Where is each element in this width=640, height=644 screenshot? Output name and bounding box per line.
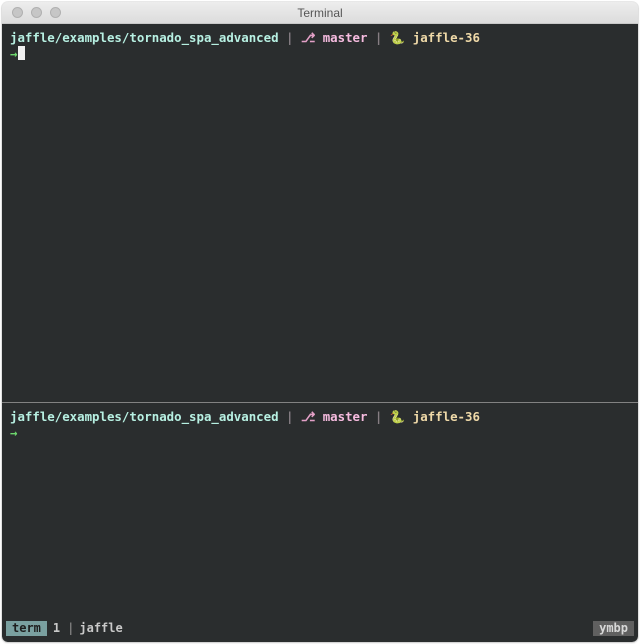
window-titlebar[interactable]: Terminal [2,2,638,24]
conda-env: jaffle-36 [413,30,480,45]
git-branch: master [323,30,368,45]
tmux-pane-bottom[interactable]: jaffle/examples/tornado_spa_advanced | ⎇… [2,403,638,642]
status-tab-label[interactable]: term [6,621,47,636]
shell-prompt: jaffle/examples/tornado_spa_advanced | ⎇… [10,409,630,425]
terminal-window: Terminal jaffle/examples/tornado_spa_adv… [2,2,638,642]
prompt-path: jaffle/examples/tornado_spa_advanced [10,30,279,45]
git-branch: master [323,409,368,424]
prompt-path: jaffle/examples/tornado_spa_advanced [10,409,279,424]
traffic-lights [2,7,61,18]
tmux-pane-top[interactable]: jaffle/examples/tornado_spa_advanced | ⎇… [2,24,638,402]
status-hostname: ymbp [593,621,634,636]
status-tab-index: 1 [47,621,66,636]
zoom-icon[interactable] [50,7,61,18]
shell-prompt: jaffle/examples/tornado_spa_advanced | ⎇… [10,30,630,46]
branch-icon: ⎇ [301,30,315,45]
conda-env: jaffle-36 [413,409,480,424]
snake-icon: 🐍 [390,30,405,45]
snake-icon: 🐍 [390,409,405,424]
window-title: Terminal [2,6,638,20]
prompt-input-line[interactable]: → [10,425,630,441]
branch-icon: ⎇ [301,409,315,424]
status-session-name: jaffle [75,621,126,636]
arrow-icon: → [10,46,17,61]
arrow-icon: → [10,425,17,440]
tmux-statusbar: term 1 | jaffle ymbp [6,621,634,636]
terminal-body[interactable]: jaffle/examples/tornado_spa_advanced | ⎇… [2,24,638,642]
close-icon[interactable] [12,7,23,18]
minimize-icon[interactable] [31,7,42,18]
cursor-icon [18,46,25,60]
status-separator: | [66,621,75,636]
prompt-input-line[interactable]: → [10,46,630,62]
